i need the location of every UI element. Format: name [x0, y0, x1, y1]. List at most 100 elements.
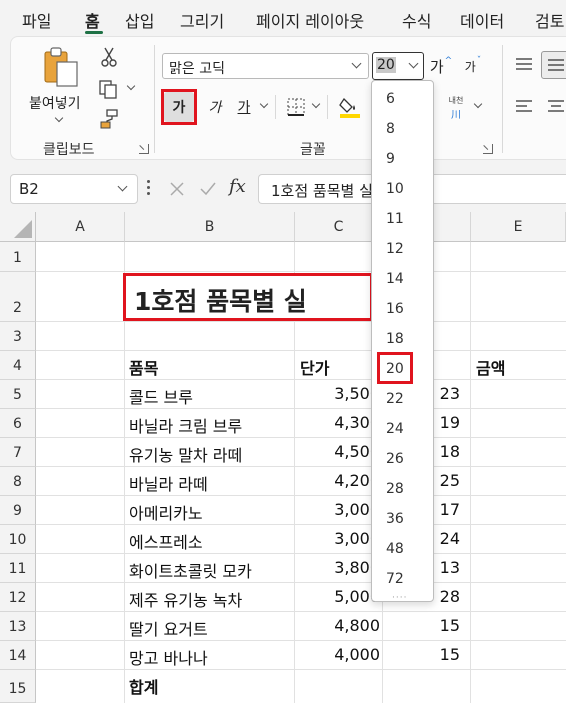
font-size-option[interactable]: 16: [372, 294, 433, 324]
font-size-option[interactable]: 10: [372, 174, 433, 204]
font-size-combo[interactable]: 20: [372, 52, 424, 80]
selected-cell-b2[interactable]: 1호점 품목별 실: [123, 273, 373, 321]
item-price[interactable]: 3,800: [300, 558, 380, 577]
font-size-option[interactable]: 24: [372, 414, 433, 444]
item-name[interactable]: 화이트초콜릿 모카: [129, 558, 252, 582]
font-size-option[interactable]: 9: [372, 144, 433, 174]
tab-review[interactable]: 검토: [535, 8, 564, 32]
font-size-option[interactable]: 48: [372, 534, 433, 564]
align-top-button[interactable]: [511, 51, 537, 77]
tab-formulas[interactable]: 수식: [402, 8, 431, 32]
row-header-3[interactable]: 3: [0, 322, 36, 351]
item-price[interactable]: 4,800: [300, 616, 380, 635]
borders-chevron-icon[interactable]: [311, 99, 321, 109]
font-name-combo[interactable]: 맑은 고딕: [162, 53, 369, 79]
item-price[interactable]: 3,000: [300, 500, 380, 519]
fill-color-button[interactable]: [335, 91, 365, 123]
worksheet-grid[interactable]: A B C D E 1 2 3 4 5 6 7 8 9 10 11 12 13 …: [0, 212, 566, 703]
tab-home[interactable]: 홈: [85, 8, 100, 32]
row-header-8[interactable]: 8: [0, 467, 36, 496]
paste-button[interactable]: [39, 45, 83, 91]
row-header-13[interactable]: 13: [0, 612, 36, 641]
column-header-e[interactable]: E: [471, 212, 566, 242]
tab-data[interactable]: 데이터: [460, 8, 504, 32]
total-label[interactable]: 합계: [129, 674, 158, 698]
font-size-option[interactable]: 18: [372, 324, 433, 354]
font-dialog-launcher-icon[interactable]: [483, 144, 493, 154]
font-size-option[interactable]: 14: [372, 264, 433, 294]
paste-label[interactable]: 붙여넣기: [29, 93, 81, 113]
column-header-a[interactable]: A: [36, 212, 125, 242]
align-left-button[interactable]: [511, 93, 537, 119]
item-name[interactable]: 제주 유기농 녹차: [129, 587, 242, 611]
item-name[interactable]: 바닐라 크림 브루: [129, 413, 242, 437]
copy-chevron-icon[interactable]: [126, 81, 136, 91]
row-header-12[interactable]: 12: [0, 583, 36, 612]
name-box-chevron-icon[interactable]: [117, 181, 128, 192]
row-header-9[interactable]: 9: [0, 496, 36, 525]
phonetic-chevron-icon[interactable]: [473, 99, 483, 109]
underline-chevron-icon[interactable]: [259, 99, 269, 109]
underline-button[interactable]: 가: [229, 93, 259, 121]
cut-button[interactable]: [97, 45, 121, 69]
row-header-4[interactable]: 4: [0, 351, 36, 380]
font-size-option[interactable]: 22: [372, 384, 433, 414]
font-size-chevron-icon[interactable]: [408, 58, 419, 69]
row-header-7[interactable]: 7: [0, 438, 36, 467]
name-box[interactable]: B2: [10, 174, 138, 204]
item-name[interactable]: 망고 바나나: [129, 645, 208, 669]
font-size-option[interactable]: 28: [372, 474, 433, 504]
select-all-corner[interactable]: [0, 212, 36, 242]
column-header-c[interactable]: C: [295, 212, 383, 242]
item-price[interactable]: 4,500: [300, 442, 380, 461]
header-amount[interactable]: 금액: [476, 355, 505, 379]
cancel-entry-button[interactable]: [164, 176, 190, 202]
item-name[interactable]: 딸기 요거트: [129, 616, 208, 640]
dropdown-resize-grip-icon[interactable]: ····: [392, 593, 407, 603]
item-price[interactable]: 4,300: [300, 413, 380, 432]
align-middle-button[interactable]: [541, 51, 566, 79]
item-price[interactable]: 4,000: [300, 645, 380, 664]
item-qty[interactable]: 15: [390, 616, 460, 635]
font-name-chevron-icon[interactable]: [351, 58, 362, 69]
item-name[interactable]: 유기농 말차 라떼: [129, 442, 242, 466]
row-header-10[interactable]: 10: [0, 525, 36, 554]
item-name[interactable]: 에스프레소: [129, 529, 203, 553]
font-size-option[interactable]: 26: [372, 444, 433, 474]
font-size-option[interactable]: 8: [372, 114, 433, 144]
header-price[interactable]: 단가: [300, 355, 329, 379]
item-price[interactable]: 3,000: [300, 529, 380, 548]
italic-button[interactable]: 가: [201, 93, 229, 121]
align-center-button[interactable]: [543, 93, 566, 119]
font-size-option[interactable]: 72: [372, 564, 433, 594]
paste-chevron-icon[interactable]: [54, 113, 64, 123]
item-price[interactable]: 3,500: [300, 384, 380, 403]
item-name[interactable]: 아메리카노: [129, 500, 203, 524]
confirm-entry-button[interactable]: [195, 176, 221, 202]
tab-file[interactable]: 파일: [22, 8, 51, 32]
row-header-15[interactable]: 15: [0, 670, 36, 703]
tab-draw[interactable]: 그리기: [180, 8, 224, 32]
row-header-2[interactable]: 2: [0, 272, 36, 322]
format-painter-button[interactable]: [97, 107, 121, 131]
copy-button[interactable]: [95, 77, 121, 101]
grow-font-button[interactable]: 가 ^: [427, 53, 455, 79]
row-header-6[interactable]: 6: [0, 409, 36, 438]
font-size-option[interactable]: 6: [372, 84, 433, 114]
tab-insert[interactable]: 삽입: [125, 8, 154, 32]
row-header-5[interactable]: 5: [0, 380, 36, 409]
font-size-option[interactable]: 12: [372, 234, 433, 264]
font-size-dropdown[interactable]: 6 8 9 10 11 12 14 16 18 20 22 24 26 28 3…: [371, 80, 434, 603]
item-price[interactable]: 4,200: [300, 471, 380, 490]
font-size-option[interactable]: 11: [372, 204, 433, 234]
tab-page-layout[interactable]: 페이지 레이아웃: [256, 8, 364, 32]
item-qty[interactable]: 15: [390, 645, 460, 664]
formula-bar-grip-icon[interactable]: [147, 180, 150, 196]
item-name[interactable]: 바닐라 라떼: [129, 471, 208, 495]
header-item[interactable]: 품목: [129, 355, 158, 379]
clipboard-dialog-launcher-icon[interactable]: [139, 144, 149, 154]
row-header-14[interactable]: 14: [0, 641, 36, 670]
borders-button[interactable]: [283, 93, 309, 121]
item-name[interactable]: 콜드 브루: [129, 384, 193, 408]
row-header-1[interactable]: 1: [0, 242, 36, 272]
